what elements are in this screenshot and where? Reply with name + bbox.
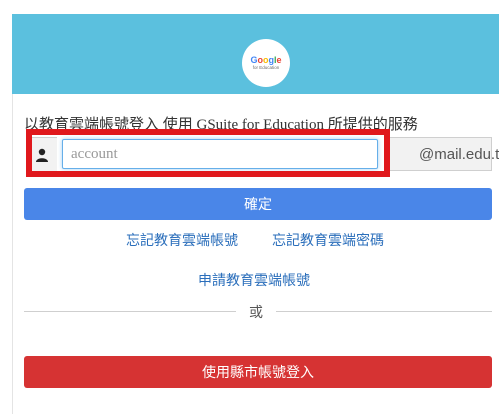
county-login-button[interactable]: 使用縣市帳號登入 [24, 356, 492, 388]
apply-account-link[interactable]: 申請教育雲端帳號 [198, 270, 310, 290]
forgot-account-link[interactable]: 忘記教育雲端帳號 [126, 230, 238, 250]
confirm-button[interactable]: 確定 [24, 188, 492, 220]
user-icon [36, 148, 48, 162]
divider-or: 或 [249, 305, 263, 321]
divider-left [24, 311, 236, 312]
header-banner: Google for Education [12, 14, 499, 94]
login-description: 以教育雲端帳號登入 使用 GSuite for Education 所提供的服務 [24, 117, 418, 133]
logo-brand: Google [250, 55, 282, 65]
logo-subtitle: for Education [252, 65, 280, 70]
account-input[interactable] [62, 139, 378, 169]
divider-right [276, 311, 492, 312]
google-for-education-logo: Google for Education [242, 39, 290, 87]
account-input-group: @mail.edu.tw [26, 137, 499, 173]
user-addon [26, 137, 57, 173]
forgot-password-link[interactable]: 忘記教育雲端密碼 [272, 230, 384, 250]
domain-suffix: @mail.edu.tw [388, 137, 499, 171]
